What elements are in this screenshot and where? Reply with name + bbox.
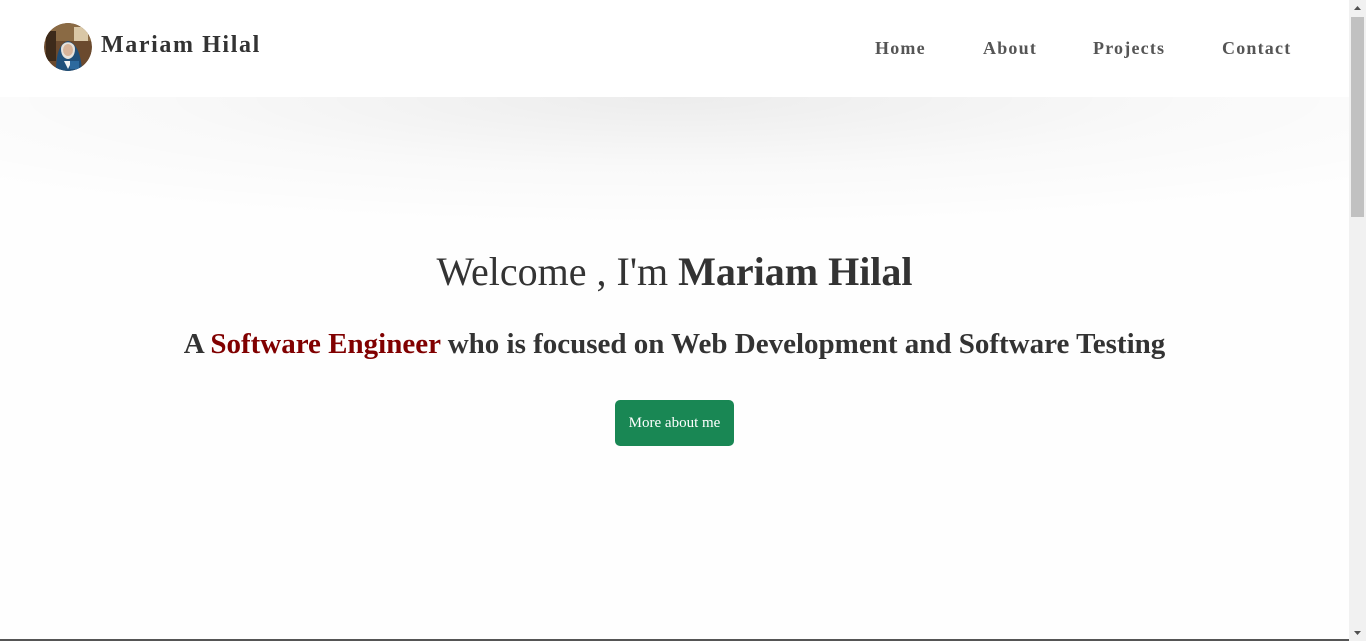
nav-link-home[interactable]: Home [875, 36, 926, 60]
hero-subtitle-accent: Software Engineer [210, 328, 441, 360]
vertical-scrollbar[interactable] [1349, 0, 1366, 641]
hero-title-name: Mariam Hilal [678, 249, 913, 294]
scroll-up-button[interactable] [1349, 0, 1366, 17]
hero-subtitle-prefix: A [183, 328, 211, 360]
hero-title: Welcome , I'm Mariam Hilal [0, 249, 1349, 295]
main-content: Mariam Hilal Home About Projects Contact… [0, 0, 1349, 641]
scroll-down-button[interactable] [1349, 624, 1366, 641]
hero-title-prefix: Welcome , I'm [436, 249, 679, 294]
nav-link-contact[interactable]: Contact [1222, 36, 1291, 60]
nav-link-about[interactable]: About [983, 36, 1037, 60]
more-about-me-button[interactable]: More about me [615, 400, 734, 446]
triangle-up-icon [1354, 6, 1361, 10]
scrollbar-thumb[interactable] [1351, 17, 1364, 217]
page: Mariam Hilal Home About Projects Contact… [0, 0, 1366, 641]
navbar-shadow [0, 97, 1349, 227]
nav-links: Home About Projects Contact [0, 36, 1349, 60]
hero-subtitle: A Software Engineer who is focused on We… [0, 326, 1349, 362]
hero-subtitle-suffix: who is focused on Web Development and So… [440, 328, 1166, 360]
nav-link-projects[interactable]: Projects [1093, 36, 1165, 60]
navbar: Mariam Hilal Home About Projects Contact [0, 0, 1349, 97]
triangle-down-icon [1354, 631, 1361, 635]
